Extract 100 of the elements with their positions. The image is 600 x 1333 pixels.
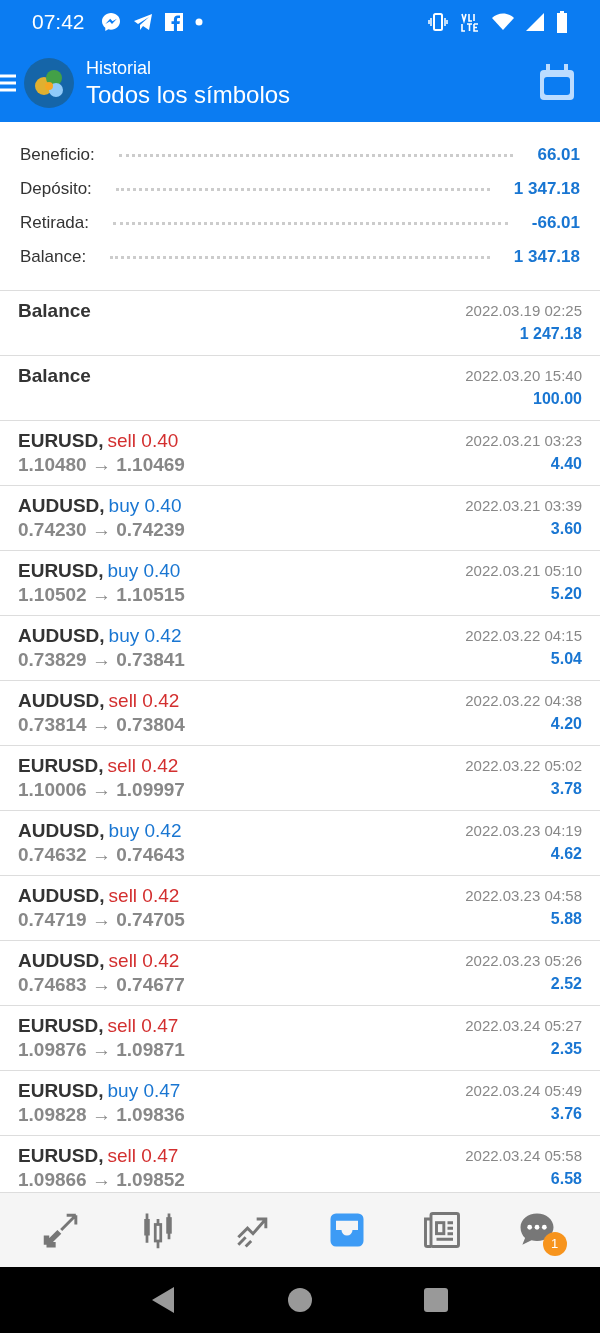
summary-label: Depósito:: [20, 178, 92, 201]
deal-time: 2022.03.22 04:38: [465, 691, 582, 711]
f-logo-icon: [164, 13, 183, 31]
summary-label: Balance:: [20, 246, 87, 269]
deal-time: 2022.03.21 05:10: [465, 561, 582, 581]
summary-value: -66.01: [531, 212, 580, 235]
deal-profit: 4.62: [550, 844, 582, 864]
deal-prices: 1.10480 → 1.10469: [18, 453, 186, 477]
deal-time: 2022.03.21 03:23: [465, 431, 582, 451]
deal-prices: 0.73829 → 0.73841: [18, 648, 186, 672]
deal-symbol: AUDUSD,: [18, 689, 105, 713]
deal-row[interactable]: AUDUSD, sell 0.42 0.74683 → 0.74677 2022.03.23 05:26 2.52: [0, 941, 600, 1006]
deal-row[interactable]: AUDUSD, buy 0.40 0.74230 → 0.74239 2022.03.21 03:39 3.60: [0, 486, 600, 551]
dot-icon: [194, 18, 203, 26]
deal-prices: 1.10502 → 1.10515: [18, 583, 186, 607]
deal-time: 2022.03.19 02:25: [465, 301, 582, 321]
signal-icon: [526, 13, 544, 31]
notification-badge: 1: [542, 1232, 567, 1256]
deal-row[interactable]: Balance 2022.03.20 15:40 100.00: [0, 356, 600, 421]
vibrate-icon: [428, 12, 448, 32]
deal-row[interactable]: AUDUSD, buy 0.42 0.74632 → 0.74643 2022.03.23 04:19 4.62: [0, 811, 600, 876]
summary-value: 1 347.18: [513, 178, 580, 201]
deal-row[interactable]: AUDUSD, sell 0.42 0.74719 → 0.74705 2022.03.23 04:58 5.88: [0, 876, 600, 941]
summary-label: Beneficio:: [20, 144, 95, 167]
menu-icon[interactable]: [0, 73, 16, 93]
deal-time: 2022.03.22 04:15: [465, 626, 582, 646]
deal-row[interactable]: Balance 2022.03.19 02:25 1 247.18: [0, 291, 600, 356]
deal-order: buy 0.40: [108, 494, 182, 518]
deal-row[interactable]: AUDUSD, sell 0.42 0.73814 → 0.73804 2022.03.22 04:38 4.20: [0, 681, 600, 746]
deal-profit: 6.58: [550, 1169, 582, 1189]
deal-profit: 100.00: [533, 389, 582, 409]
deal-time: 2022.03.22 05:02: [465, 756, 582, 776]
deal-symbol: AUDUSD,: [18, 494, 105, 518]
deal-row[interactable]: EURUSD, buy 0.40 1.10502 → 1.10515 2022.03.21 05:10 5.20: [0, 551, 600, 616]
summary-value: 66.01: [537, 144, 580, 167]
deal-prices: 0.74230 → 0.74239: [18, 518, 186, 542]
home-icon[interactable]: [288, 1288, 312, 1312]
deal-time: 2022.03.23 05:26: [465, 951, 582, 971]
app-logo-icon: [24, 58, 74, 108]
deal-row[interactable]: EURUSD, buy 0.47 1.09828 → 1.09836 2022.03.24 05:49 3.76: [0, 1071, 600, 1136]
deal-symbol: EURUSD,: [18, 754, 104, 778]
calendar-icon[interactable]: [538, 64, 576, 102]
deal-order: buy 0.47: [107, 1079, 181, 1103]
volte-icon: [460, 12, 480, 32]
deal-profit: 5.04: [550, 649, 582, 669]
summary-label: Retirada:: [20, 212, 89, 235]
deal-symbol: EURUSD,: [18, 429, 104, 453]
deal-profit: 5.88: [550, 909, 582, 929]
deal-time: 2022.03.24 05:49: [465, 1081, 582, 1101]
deal-row[interactable]: EURUSD, sell 0.42 1.10006 → 1.09997 2022.03.22 05:02 3.78: [0, 746, 600, 811]
back-icon[interactable]: [152, 1287, 176, 1313]
deal-time: 2022.03.23 04:19: [465, 821, 582, 841]
deal-profit: 3.76: [550, 1104, 582, 1124]
paper-plane-icon: [132, 13, 153, 31]
deal-symbol: AUDUSD,: [18, 949, 105, 973]
deal-row[interactable]: EURUSD, sell 0.40 1.10480 → 1.10469 2022.03.21 03:23 4.40: [0, 421, 600, 486]
deal-profit: 2.35: [550, 1039, 582, 1059]
deal-prices: 0.73814 → 0.73804: [18, 713, 186, 737]
deal-time: 2022.03.21 03:39: [465, 496, 582, 516]
deal-profit: 3.60: [550, 519, 582, 539]
deal-profit: 2.52: [550, 974, 582, 994]
deal-order: buy 0.42: [108, 624, 182, 648]
deal-profit: 5.20: [550, 584, 582, 604]
deal-symbol: AUDUSD,: [18, 624, 105, 648]
deal-time: 2022.03.20 15:40: [465, 366, 582, 386]
deal-order: sell 0.40: [107, 429, 179, 453]
deal-time: 2022.03.24 05:58: [465, 1146, 582, 1166]
deal-time: 2022.03.24 05:27: [465, 1016, 582, 1036]
deal-prices: 0.74719 → 0.74705: [18, 908, 186, 932]
deal-time: 2022.03.23 04:58: [465, 886, 582, 906]
header-subtitle: Historial: [86, 57, 152, 80]
deal-order: sell 0.42: [108, 689, 180, 713]
deal-profit: 4.40: [550, 454, 582, 474]
deal-profit: 1 247.18: [519, 324, 582, 344]
wifi-icon: [492, 13, 514, 31]
deal-title: Balance: [18, 299, 92, 323]
deal-order: sell 0.42: [108, 884, 180, 908]
deal-prices: 1.09866 → 1.09852: [18, 1168, 186, 1192]
deal-symbol: AUDUSD,: [18, 819, 105, 843]
deal-row[interactable]: EURUSD, sell 0.47 1.09876 → 1.09871 2022.03.24 05:27 2.35: [0, 1006, 600, 1071]
deal-profit: 4.20: [550, 714, 582, 734]
deal-order: sell 0.47: [107, 1014, 179, 1038]
deal-order: sell 0.47: [107, 1144, 179, 1168]
deal-symbol: AUDUSD,: [18, 884, 105, 908]
deal-row[interactable]: AUDUSD, buy 0.42 0.73829 → 0.73841 2022.03.22 04:15 5.04: [0, 616, 600, 681]
battery-icon: [556, 11, 568, 33]
deal-order: sell 0.42: [108, 949, 180, 973]
messenger-icon: [100, 12, 121, 32]
deal-prices: 1.09828 → 1.09836: [18, 1103, 186, 1127]
deal-profit: 3.78: [550, 779, 582, 799]
summary-value: 1 347.18: [513, 246, 580, 269]
deal-symbol: EURUSD,: [18, 1144, 104, 1168]
deal-symbol: EURUSD,: [18, 1079, 104, 1103]
deal-symbol: EURUSD,: [18, 1014, 104, 1038]
status-time: 07:42: [32, 9, 85, 36]
deal-prices: 0.74632 → 0.74643: [18, 843, 186, 867]
deal-prices: 1.09876 → 1.09871: [18, 1038, 186, 1062]
deal-title: Balance: [18, 364, 92, 388]
deal-order: sell 0.42: [107, 754, 179, 778]
deal-order: buy 0.42: [108, 819, 182, 843]
